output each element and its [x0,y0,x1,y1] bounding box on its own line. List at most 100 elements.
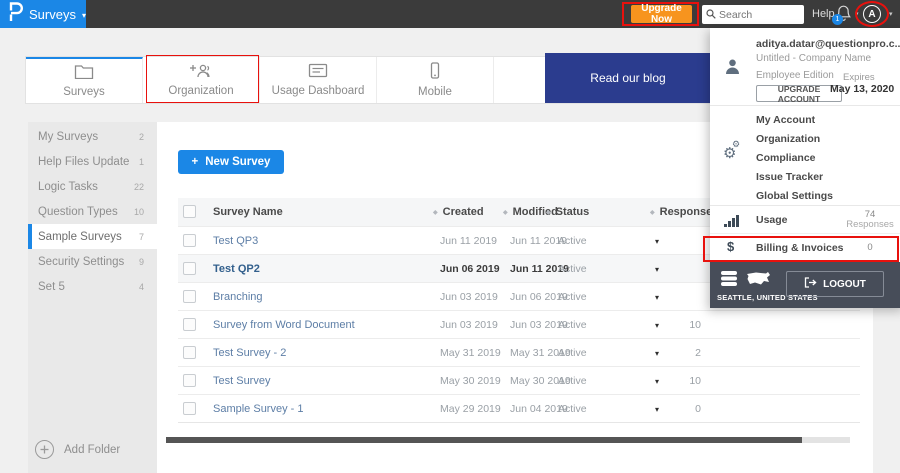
survey-name-link[interactable]: Branching [213,283,263,311]
sort-icon[interactable]: ◆ [503,209,508,216]
menu-item-compliance[interactable]: Compliance [710,149,900,168]
responses-cell [663,227,701,255]
responses-cell: 0 [695,403,701,415]
usage-menu-row[interactable]: Usage 74 Responses [710,206,900,234]
dashboard-icon [308,63,328,81]
row-checkbox[interactable] [183,402,196,415]
expires-label: Expires [843,72,875,83]
search-input[interactable] [719,8,799,21]
sidebar-item-security-settings[interactable]: Security Settings 9 [28,249,157,274]
logout-label: LOGOUT [823,278,866,290]
sidebar-item-count: 9 [138,256,144,267]
sidebar-item-label: Logic Tasks [38,180,98,193]
chevron-down-icon[interactable]: ▾ [889,10,893,18]
column-created[interactable]: ◆ Created [433,198,484,226]
questionpro-logo-icon [8,1,23,27]
status-cell: Active [558,347,587,359]
sidebar-item-label: Question Types [38,205,118,218]
account-company: Untitled - Company Name [756,53,872,64]
table-row[interactable]: Test Survey May 30 2019 May 30 2019 Acti… [178,366,860,394]
tab-label: Organization [168,85,234,97]
row-checkbox[interactable] [183,374,196,387]
tab-usage-dashboard[interactable]: Usage Dashboard [260,57,377,103]
read-our-blog-banner[interactable]: Read our blog [545,53,711,103]
horizontal-scrollbar[interactable] [166,437,850,443]
sidebar-item-logic-tasks[interactable]: Logic Tasks 22 [28,174,157,199]
new-survey-button[interactable]: + New Survey [178,150,284,174]
sidebar-item-count: 4 [138,281,144,292]
sidebar-item-sample-surveys[interactable]: Sample Surveys 7 [28,224,157,249]
status-caret-icon[interactable]: ▾ [655,367,659,395]
status-cell: Active [558,263,587,275]
usage-label: Usage [756,214,788,226]
survey-name-link[interactable]: Test Survey - 2 [213,339,286,367]
column-survey-name[interactable]: Survey Name [213,198,283,226]
billing-invoices-menu-row[interactable]: $ Billing & Invoices 0 [710,234,900,262]
responses-cell: 10 [689,319,701,331]
row-checkbox[interactable] [183,262,196,275]
row-checkbox[interactable] [183,290,196,303]
sort-icon[interactable]: ◆ [433,209,438,216]
status-caret-icon[interactable]: ▾ [655,255,659,283]
status-caret-icon[interactable]: ▾ [655,283,659,311]
sidebar-item-my-surveys[interactable]: My Surveys 2 [28,124,157,149]
status-cell: Active [558,235,587,247]
upgrade-now-button[interactable]: Upgrade Now [631,3,692,25]
sidebar-item-set-5[interactable]: Set 5 4 [28,274,157,299]
column-responses[interactable]: ◆ Responses [650,198,718,226]
row-checkbox[interactable] [183,318,196,331]
sidebar-item-label: My Surveys [38,130,99,143]
chevron-down-icon[interactable]: ▾ [855,10,859,18]
survey-name-link[interactable]: Test QP3 [213,227,258,255]
survey-name-link[interactable]: Sample Survey - 1 [213,395,303,423]
created-cell: Jun 11 2019 [440,235,498,247]
status-cell: Active [558,319,587,331]
search-icon [706,6,716,24]
status-caret-icon[interactable]: ▾ [655,395,659,423]
status-caret-icon[interactable]: ▾ [655,311,659,339]
expires-date: May 13, 2020 [830,83,895,95]
created-cell: Jun 03 2019 [440,319,498,331]
sidebar-item-count: 22 [133,181,144,192]
product-switcher[interactable]: Surveys ▾ [0,0,86,28]
tab-mobile[interactable]: Mobile [377,57,494,103]
survey-name-link[interactable]: Test QP2 [213,255,260,283]
search-box[interactable] [702,5,804,24]
select-all-checkbox[interactable] [183,205,196,218]
bar-chart-icon [724,214,740,227]
new-survey-label: New Survey [205,156,271,168]
sidebar-item-question-types[interactable]: Question Types 10 [28,199,157,224]
tab-surveys[interactable]: Surveys [26,57,143,103]
menu-item-issue-tracker[interactable]: Issue Tracker [710,168,900,187]
account-menu-section: ⚙ ⚙ My Account Organization Compliance Is… [710,106,900,206]
sort-icon[interactable]: ◆ [650,209,655,216]
sidebar-item-label: Sample Surveys [38,230,122,243]
tab-organization[interactable]: Organization [143,57,260,103]
survey-name-link[interactable]: Test Survey [213,367,270,395]
menu-item-global-settings[interactable]: Global Settings [710,187,900,206]
scrollbar-thumb[interactable] [166,437,802,443]
status-caret-icon[interactable]: ▾ [655,227,659,255]
logout-button[interactable]: LOGOUT [786,271,884,297]
account-edition: Employee Edition [756,70,834,81]
table-row[interactable]: Test Survey - 2 May 31 2019 May 31 2019 … [178,338,860,366]
table-row[interactable]: Survey from Word Document Jun 03 2019 Ju… [178,310,860,338]
menu-item-my-account[interactable]: My Account [710,111,900,130]
sort-icon[interactable]: ◆ [546,209,551,216]
sidebar-item-count: 7 [138,231,144,242]
responses-cell [663,255,701,283]
status-caret-icon[interactable]: ▾ [655,339,659,367]
add-folder-button[interactable]: Add Folder [35,440,120,459]
settings-gears-icon: ⚙ ⚙ [723,139,741,162]
sidebar-item-help-files-update[interactable]: Help Files Update 1 [28,149,157,174]
mobile-phone-icon [429,62,441,82]
column-status[interactable]: ◆ Status [546,198,589,226]
row-checkbox[interactable] [183,234,196,247]
row-checkbox[interactable] [183,346,196,359]
folder-sidebar: My Surveys 2 Help Files Update 1 Logic T… [28,122,157,473]
add-people-icon [190,63,212,81]
table-row[interactable]: Sample Survey - 1 May 29 2019 Jun 04 201… [178,394,860,422]
survey-name-link[interactable]: Survey from Word Document [213,311,355,339]
avatar[interactable]: A [863,5,881,23]
sidebar-item-count: 1 [138,156,144,167]
